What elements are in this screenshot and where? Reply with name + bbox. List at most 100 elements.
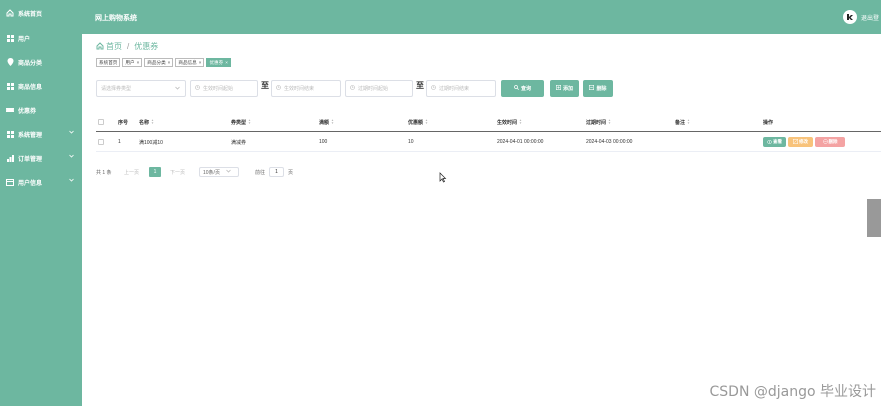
close-icon[interactable]: × <box>168 60 171 65</box>
eye-icon <box>767 139 772 145</box>
sidebar-item-users[interactable]: 用户 <box>0 26 82 50</box>
view-button-label: 查看 <box>773 139 782 144</box>
col-name[interactable]: 名称 ▲ ▼ <box>139 112 154 132</box>
logout-button[interactable]: 退出登 <box>842 10 879 24</box>
col-threshold[interactable]: 满额 ▲ ▼ <box>319 112 334 132</box>
cell-index: 1 <box>118 139 121 145</box>
delete-button[interactable]: 删除 <box>583 80 613 97</box>
app-title: 网上购物系统 <box>95 15 137 22</box>
edit-button[interactable]: 修改 <box>788 137 813 147</box>
col-start-time[interactable]: 生效时间 ▲ ▼ <box>497 112 522 132</box>
sidebar-item-label: 订单管理 <box>18 156 43 163</box>
breadcrumb-home[interactable]: 首页 <box>106 41 122 52</box>
chevron-down-icon <box>69 178 74 184</box>
col-remark[interactable]: 备注 ▲ ▼ <box>675 112 690 132</box>
sidebar-item-userinfo[interactable]: 用户信息 <box>0 170 82 194</box>
tab-products[interactable]: 商品信息 × <box>175 58 205 67</box>
close-icon[interactable]: × <box>225 60 228 65</box>
sort-icon[interactable]: ▲ ▼ <box>151 119 154 125</box>
prev-page-button[interactable]: 上一页 <box>124 167 139 177</box>
sort-icon[interactable]: ▲ ▼ <box>608 119 611 125</box>
search-button-label: 查询 <box>520 86 531 92</box>
scrollbar-thumb[interactable] <box>867 199 881 237</box>
sidebar-item-label: 用户信息 <box>18 180 43 187</box>
start-time-begin-placeholder: 生效时间起始 <box>203 86 234 92</box>
pagination: 共 1 条 上一页 1 下一页 10条/页 前往 1 页 <box>96 167 396 177</box>
tab-category[interactable]: 商品分类 × <box>144 58 174 67</box>
current-page-button[interactable]: 1 <box>149 167 161 177</box>
row-checkbox[interactable] <box>98 132 104 152</box>
tab-label: 商品信息 <box>178 59 197 65</box>
start-time-end-input[interactable]: 生效时间结束 <box>271 80 341 97</box>
page-size-select[interactable]: 10条/页 <box>199 167 239 177</box>
breadcrumb-separator: / <box>127 42 130 51</box>
clock-icon <box>195 85 200 92</box>
delete-icon <box>822 139 828 145</box>
cell-start-time: 2024-04-01 00:00:00 <box>497 139 544 145</box>
sidebar-item-system[interactable]: 系统管理 <box>0 122 82 146</box>
cell-discount: 10 <box>408 139 414 145</box>
close-icon[interactable]: × <box>137 60 140 65</box>
top-header: 网上购物系统 退出登 <box>82 0 881 34</box>
grid-icon <box>6 130 14 138</box>
expire-time-end-input[interactable]: 过期时间结束 <box>426 80 496 97</box>
search-button[interactable]: 查询 <box>501 80 544 97</box>
sidebar-item-label: 系统管理 <box>18 132 43 139</box>
sidebar-item-label: 商品分类 <box>18 60 43 67</box>
pin-icon <box>6 58 14 66</box>
tab-home[interactable]: 系统首页 <box>96 58 121 67</box>
col-remark-label: 备注 <box>675 119 686 126</box>
sidebar-item-category[interactable]: 商品分类 <box>0 50 82 74</box>
cell-name: 满100减10 <box>139 139 163 146</box>
goto-page-input[interactable]: 1 <box>269 167 284 177</box>
clock-icon <box>350 85 355 92</box>
sidebar-item-orders[interactable]: 订单管理 <box>0 146 82 170</box>
row-delete-button[interactable]: 删除 <box>815 137 845 147</box>
sort-icon[interactable]: ▲ ▼ <box>425 119 428 125</box>
row-delete-button-label: 删除 <box>828 139 838 144</box>
page-unit-label: 页 <box>288 169 294 176</box>
logout-label: 退出登 <box>860 15 879 22</box>
main-content: 首页 / 优惠券 系统首页 用户 × 商品分类 × 商品信息 × 优惠券 × 请选择券类… <box>82 34 881 406</box>
tab-users[interactable]: 用户 × <box>122 58 143 67</box>
cell-expire-time: 2024-04-03 00:00:00 <box>586 139 633 145</box>
breadcrumb-current: 优惠券 <box>134 42 159 51</box>
next-page-button[interactable]: 下一页 <box>170 167 185 177</box>
close-icon[interactable]: × <box>199 60 202 65</box>
clock-icon <box>431 85 436 92</box>
tab-label: 用户 <box>125 59 135 65</box>
sidebar-item-label: 商品信息 <box>18 84 43 91</box>
sidebar-item-home[interactable]: 系统首页 <box>0 0 82 26</box>
tab-bar: 系统首页 用户 × 商品分类 × 商品信息 × 优惠券 × <box>96 58 233 67</box>
home-icon <box>96 41 104 52</box>
sidebar-item-products[interactable]: 商品信息 <box>0 74 82 98</box>
col-discount[interactable]: 优惠额 ▲ ▼ <box>408 112 428 132</box>
user-avatar-icon <box>842 10 857 24</box>
view-button[interactable]: 查看 <box>763 137 786 147</box>
grid-icon <box>6 34 14 42</box>
tab-coupons[interactable]: 优惠券 × <box>206 58 231 67</box>
add-button-label: 添加 <box>562 86 573 92</box>
range-separator: 至 <box>261 81 269 90</box>
sort-icon[interactable]: ▲ ▼ <box>331 119 334 125</box>
col-type[interactable]: 券类型 ▲ ▼ <box>231 112 251 132</box>
sort-icon[interactable]: ▲ ▼ <box>248 119 251 125</box>
col-expire-time-label: 过期时间 <box>586 119 607 126</box>
coupon-type-select[interactable]: 请选择券类型 <box>96 80 186 97</box>
range-separator: 至 <box>416 81 424 90</box>
select-all-checkbox[interactable] <box>98 112 104 132</box>
sort-icon[interactable]: ▲ ▼ <box>687 119 690 125</box>
col-expire-time[interactable]: 过期时间 ▲ ▼ <box>586 112 611 132</box>
cell-threshold: 100 <box>319 139 328 145</box>
card-icon <box>6 178 14 186</box>
expire-time-begin-input[interactable]: 过期时间起始 <box>345 80 413 97</box>
add-button[interactable]: 添加 <box>550 80 579 97</box>
tab-label: 系统首页 <box>99 59 118 65</box>
expire-time-begin-placeholder: 过期时间起始 <box>358 86 389 92</box>
delete-button-label: 删除 <box>596 86 607 92</box>
sidebar-item-coupons[interactable]: 优惠券 <box>0 98 82 122</box>
edit-icon <box>793 139 798 145</box>
start-time-begin-input[interactable]: 生效时间起始 <box>190 80 258 97</box>
sort-icon[interactable]: ▲ ▼ <box>519 119 522 125</box>
mouse-cursor-icon <box>439 172 447 185</box>
